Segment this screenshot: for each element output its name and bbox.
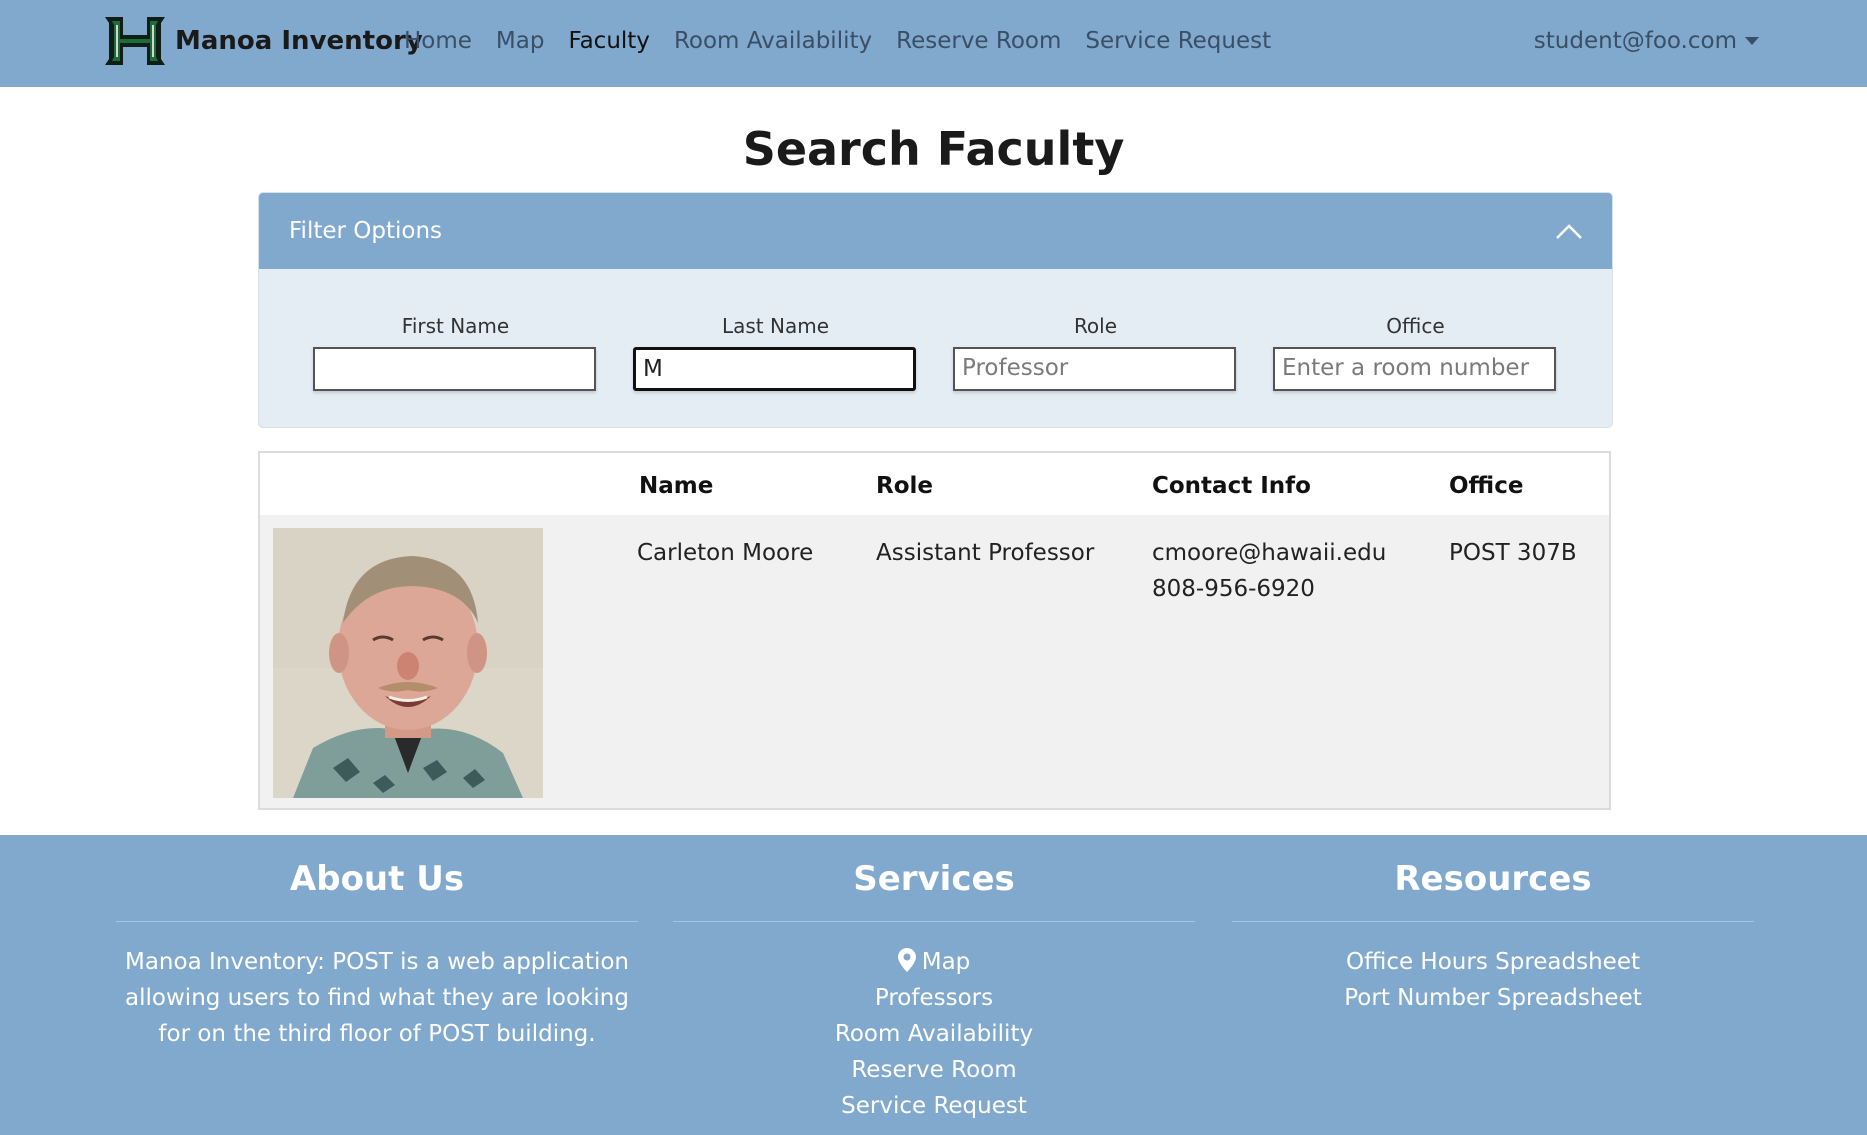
footer-link-office-hours[interactable]: Office Hours Spreadsheet	[1232, 944, 1754, 980]
header-role: Role	[876, 473, 933, 499]
nav-menu: Home Map Faculty Room Availability Reser…	[404, 28, 1295, 54]
resources-divider	[1232, 921, 1754, 922]
map-pin-icon	[897, 948, 916, 972]
faculty-photo	[273, 528, 543, 798]
header-name: Name	[639, 473, 714, 499]
filter-body: First Name Last Name M Role Professor Of…	[259, 269, 1612, 427]
first-name-field: First Name	[313, 314, 598, 391]
user-dropdown[interactable]: student@foo.com	[1534, 28, 1759, 54]
faculty-office: POST 307B	[1449, 540, 1577, 566]
services-divider	[673, 921, 1195, 922]
brand-name: Manoa Inventory	[175, 26, 423, 56]
office-input[interactable]: Enter a room number	[1273, 347, 1556, 391]
footer-services: Services Map Professors Room Availabilit…	[673, 835, 1195, 1124]
h-logo-icon	[105, 17, 165, 65]
faculty-contact: cmoore@hawaii.edu 808-956-6920	[1152, 535, 1386, 607]
footer-link-map[interactable]: Map	[673, 944, 1195, 980]
footer-link-port-number[interactable]: Port Number Spreadsheet	[1232, 980, 1754, 1016]
brand[interactable]: Manoa Inventory	[101, 13, 423, 69]
footer-link-service-request[interactable]: Service Request	[673, 1088, 1195, 1124]
about-divider	[116, 921, 638, 922]
about-text: Manoa Inventory: POST is a web applicati…	[124, 949, 629, 1047]
nav-room-availability[interactable]: Room Availability	[674, 28, 872, 54]
office-field: Office Enter a room number	[1273, 314, 1558, 391]
last-name-field: Last Name M	[633, 314, 918, 391]
table-header: Name Role Contact Info Office	[260, 453, 1609, 516]
footer-about: About Us Manoa Inventory: POST is a web …	[116, 835, 638, 1052]
chevron-up-icon[interactable]	[1556, 223, 1582, 239]
nav-reserve-room[interactable]: Reserve Room	[896, 28, 1061, 54]
first-name-input[interactable]	[313, 347, 596, 391]
filter-panel: Filter Options First Name Last Name M Ro…	[258, 192, 1613, 428]
role-label: Role	[1073, 314, 1118, 338]
header-contact: Contact Info	[1152, 473, 1311, 499]
footer-link-professors[interactable]: Professors	[673, 980, 1195, 1016]
filter-header[interactable]: Filter Options	[259, 193, 1612, 269]
footer-link-room-availability[interactable]: Room Availability	[673, 1016, 1195, 1052]
navbar: Manoa Inventory Home Map Faculty Room Av…	[0, 0, 1867, 87]
faculty-email[interactable]: cmoore@hawaii.edu	[1152, 535, 1386, 571]
header-office: Office	[1449, 473, 1524, 499]
faculty-phone: 808-956-6920	[1152, 576, 1315, 602]
user-email: student@foo.com	[1533, 28, 1737, 54]
page-title: Search Faculty	[742, 122, 1125, 176]
nav-service-request[interactable]: Service Request	[1085, 28, 1271, 54]
about-title: About Us	[289, 859, 465, 899]
footer-link-reserve-room[interactable]: Reserve Room	[673, 1052, 1195, 1088]
resources-title: Resources	[1394, 859, 1592, 899]
footer-resources: Resources Office Hours Spreadsheet Port …	[1232, 835, 1754, 1016]
first-name-label: First Name	[401, 314, 510, 338]
role-field: Role Professor	[953, 314, 1238, 391]
nav-faculty[interactable]: Faculty	[568, 28, 649, 54]
faculty-table: Name Role Contact Info Office Carleton M…	[258, 451, 1611, 810]
office-label: Office	[1386, 314, 1445, 338]
filter-title: Filter Options	[289, 218, 443, 244]
faculty-name: Carleton Moore	[637, 540, 814, 566]
faculty-role: Assistant Professor	[876, 540, 1095, 566]
footer: About Us Manoa Inventory: POST is a web …	[0, 835, 1867, 1135]
last-name-input[interactable]: M	[633, 347, 916, 391]
role-input[interactable]: Professor	[953, 347, 1236, 391]
footer-link-map-label: Map	[921, 949, 971, 975]
nav-map[interactable]: Map	[496, 28, 545, 54]
table-row: Carleton Moore Assistant Professor cmoor…	[260, 515, 1609, 808]
services-title: Services	[853, 859, 1015, 899]
last-name-label: Last Name	[721, 314, 830, 338]
caret-down-icon	[1745, 37, 1759, 45]
nav-home[interactable]: Home	[404, 28, 472, 54]
